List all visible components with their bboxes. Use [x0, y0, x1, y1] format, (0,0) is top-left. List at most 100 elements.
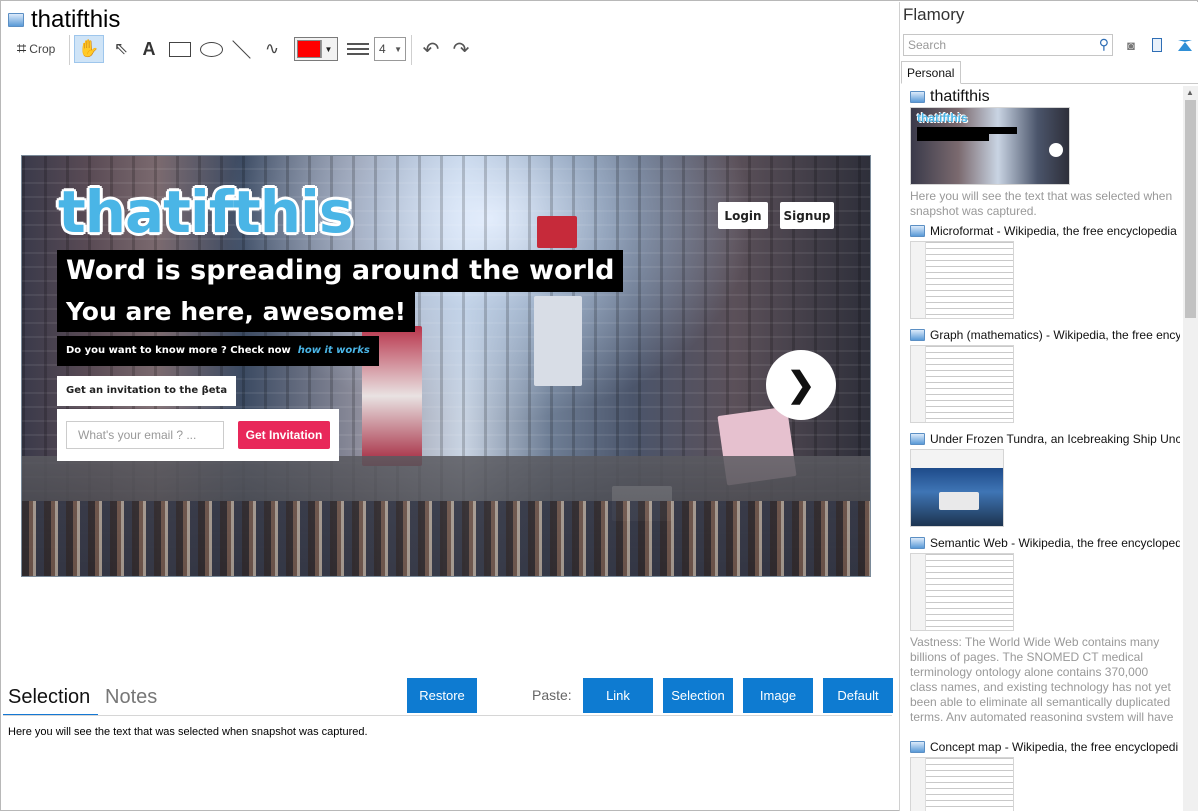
chevron-right-icon: ❯	[786, 366, 816, 404]
toolbar-separator	[411, 35, 412, 65]
line-icon	[231, 39, 251, 59]
app-name: Flamory	[903, 5, 965, 24]
text-tool-button[interactable]: A	[136, 35, 162, 63]
rectangle-icon	[169, 41, 191, 57]
color-picker[interactable]: ▼	[294, 35, 338, 63]
list-item[interactable]: Under Frozen Tundra, an Icebreaking Ship…	[910, 430, 1180, 527]
snapshot-thumbnail[interactable]	[910, 757, 1014, 811]
paste-image-button[interactable]: Image	[743, 678, 813, 713]
line-tool-button[interactable]	[228, 35, 254, 63]
list-item-title: Microformat - Wikipedia, the free encycl…	[930, 224, 1177, 238]
redo-button[interactable]: ↷	[448, 35, 474, 63]
snapshot-title: thatifthis	[31, 6, 121, 33]
scroll-up-icon[interactable]: ▲	[1186, 88, 1194, 97]
scrollbar-thumb[interactable]	[1185, 100, 1196, 318]
question-line: Do you want to know more ? Check now how…	[57, 336, 379, 366]
list-item[interactable]: Semantic Web - Wikipedia, the free encyc…	[910, 534, 1180, 721]
scrollbar[interactable]: ▲	[1183, 86, 1198, 811]
page-icon	[8, 13, 24, 27]
invite-label: Get an invitation to the βeta	[57, 376, 237, 406]
billboard	[537, 216, 577, 248]
camera-icon[interactable]: ◙	[1122, 36, 1140, 54]
restore-button[interactable]: Restore	[407, 678, 477, 713]
page-icon	[910, 329, 925, 341]
redo-icon: ↷	[452, 38, 470, 61]
app-window: thatifthis ⌗ Crop ✋ ⇖ A ∿ ▼ 4 ▼ ↶ ↷ that…	[0, 0, 1198, 811]
invite-form: What's your email ? ... Get Invitation	[57, 409, 339, 461]
snapshot-title-bar: thatifthis	[8, 6, 120, 34]
text-icon: A	[142, 38, 156, 59]
scroll-to-top-icon[interactable]	[1176, 36, 1194, 54]
chevron-down-icon: ▼	[321, 40, 335, 58]
list-item[interactable]: thatifthis thatifthis Here you will see …	[910, 88, 1180, 219]
search-input[interactable]: Search ⚲	[903, 34, 1113, 56]
question-text: Do you want to know more ? Check now	[66, 345, 291, 356]
page-icon	[910, 91, 925, 103]
drawing-toolbar: ⌗ Crop ✋ ⇖ A ∿ ▼ 4 ▼ ↶ ↷	[6, 35, 526, 65]
page-icon	[910, 741, 925, 753]
list-item-description: Here you will see the text that was sele…	[910, 189, 1173, 218]
billboard	[534, 296, 582, 386]
search-icon[interactable]: ⚲	[1099, 36, 1109, 53]
login-button[interactable]: Login	[718, 202, 768, 229]
freehand-icon: ∿	[264, 39, 280, 58]
sidebar: Flamory Search ⚲ ◙ Personal thatifthis t…	[899, 2, 1198, 811]
paste-default-button[interactable]: Default	[823, 678, 893, 713]
snapshot-list: thatifthis thatifthis Here you will see …	[910, 86, 1180, 811]
crop-button[interactable]: ⌗ Crop	[8, 35, 64, 63]
list-item-description: Vastness: The World Wide Web contains ma…	[910, 635, 1174, 721]
list-item-title: Semantic Web - Wikipedia, the free encyc…	[930, 536, 1180, 550]
list-item[interactable]: Concept map - Wikipedia, the free encycl…	[910, 738, 1180, 811]
list-item[interactable]: Graph (mathematics) - Wikipedia, the fre…	[910, 326, 1180, 423]
selection-text[interactable]: Here you will see the text that was sele…	[8, 726, 368, 738]
page-icon	[910, 225, 925, 237]
how-it-works-link[interactable]: how it works	[298, 345, 370, 356]
line-width-select[interactable]: 4 ▼	[374, 35, 406, 63]
get-invitation-button[interactable]: Get Invitation	[238, 421, 330, 449]
ellipse-icon	[199, 41, 223, 57]
thumbnail-logo: thatifthis	[917, 111, 968, 125]
next-arrow-button[interactable]: ❯	[766, 350, 836, 420]
snapshot-pane: thatifthis ⌗ Crop ✋ ⇖ A ∿ ▼ 4 ▼ ↶ ↷ that…	[2, 2, 899, 811]
paste-label: Paste:	[532, 687, 572, 703]
undo-icon: ↶	[422, 38, 440, 61]
pointer-tool-button[interactable]: ⇖	[108, 35, 134, 63]
list-item-title: Graph (mathematics) - Wikipedia, the fre…	[930, 328, 1180, 342]
color-swatch	[297, 40, 321, 58]
undo-button[interactable]: ↶	[418, 35, 444, 63]
list-item-title: Concept map - Wikipedia, the free encycl…	[930, 740, 1179, 754]
signup-button[interactable]: Signup	[780, 202, 834, 229]
tab-selection[interactable]: Selection	[3, 678, 98, 716]
line-width-icon	[346, 35, 370, 63]
document-icon[interactable]	[1148, 36, 1166, 54]
snapshot-thumbnail[interactable]	[910, 345, 1014, 423]
snapshot-thumbnail[interactable]	[910, 449, 1004, 527]
page-icon	[910, 433, 925, 445]
rectangle-tool-button[interactable]	[166, 35, 194, 63]
snapshot-thumbnail[interactable]	[910, 553, 1014, 631]
tab-personal[interactable]: Personal	[901, 61, 961, 84]
freehand-tool-button[interactable]: ∿	[258, 35, 286, 63]
tab-notes[interactable]: Notes	[105, 678, 157, 716]
paste-link-button[interactable]: Link	[583, 678, 653, 713]
search-placeholder: Search	[908, 38, 947, 52]
crop-label: Crop	[29, 42, 56, 56]
chevron-down-icon: ▼	[394, 44, 402, 54]
snapshot-thumbnail[interactable]	[910, 241, 1014, 319]
ellipse-tool-button[interactable]	[196, 35, 226, 63]
list-item-title: thatifthis	[930, 88, 990, 105]
tab-divider	[3, 715, 892, 716]
hand-icon: ✋	[78, 39, 100, 58]
page-icon	[910, 537, 925, 549]
snapshot-thumbnail[interactable]: thatifthis	[910, 107, 1070, 185]
paste-selection-button[interactable]: Selection	[663, 678, 733, 713]
hand-tool-button[interactable]: ✋	[74, 35, 104, 63]
site-logo: thatifthis	[58, 178, 353, 246]
line-width-value: 4	[379, 42, 386, 56]
snapshot-image: thatifthis Word is spreading around the …	[21, 155, 871, 577]
email-field[interactable]: What's your email ? ...	[66, 421, 224, 449]
list-item-title: Under Frozen Tundra, an Icebreaking Ship…	[930, 432, 1180, 446]
toolbar-separator	[69, 35, 70, 65]
headline: Word is spreading around the world	[57, 250, 624, 292]
list-item[interactable]: Microformat - Wikipedia, the free encycl…	[910, 222, 1180, 319]
